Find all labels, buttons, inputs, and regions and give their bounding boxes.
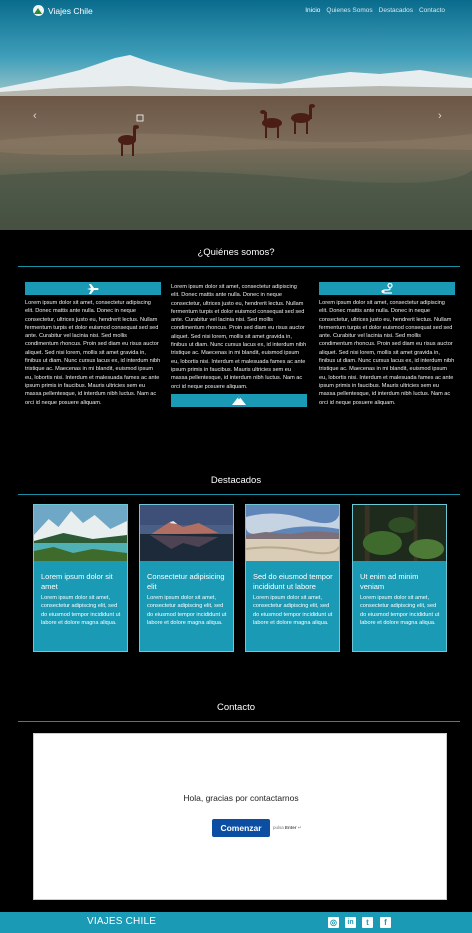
card-lake-image [34,505,127,561]
about-column-header [319,282,455,295]
featured-divider [18,494,460,495]
brand[interactable]: Viajes Chile [33,5,93,16]
featured-card[interactable]: Sed do eiusmod tempor incididunt ut labo… [245,504,340,652]
about-column-3: Lorem ipsum dolor sit amet, consectetur … [319,282,455,407]
featured-card[interactable]: Ut enim ad minim veniam Lorem ipsum dolo… [352,504,447,652]
carousel-next-icon[interactable]: › [438,110,442,122]
enter-hint-symbol: ↵ [297,825,302,830]
logo-icon [33,5,44,16]
nav-item-quienes-somos[interactable]: Quienes Somos [326,7,372,14]
enter-hint-key: Enter [285,825,297,830]
card-forest-image [353,505,446,561]
about-column-text: Lorem ipsum dolor sit amet, consectetur … [319,300,455,406]
card-title: Ut enim ad minim veniam [360,572,419,591]
nav-menu: Inicio Quienes Somos Destacados Contacto [305,7,445,14]
featured-title: Destacados [210,475,262,486]
enter-hint: pulsa Enter ↵ [273,825,302,831]
mountain-icon [232,396,246,406]
card-text: Lorem ipsum dolor sit amet, consectetur … [360,595,440,626]
about-column-text: Lorem ipsum dolor sit amet, consectetur … [25,300,161,406]
instagram-icon[interactable]: ◎ [328,917,339,928]
nav-item-contacto[interactable]: Contacto [419,7,445,14]
start-button[interactable]: Comenzar [212,819,270,837]
about-title: ¿Quiénes somos? [197,247,275,258]
about-column-1: Lorem ipsum dolor sit amet, consectetur … [25,282,161,407]
brand-name: Viajes Chile [48,5,93,16]
card-salt-flat-image [246,505,339,561]
linkedin-icon[interactable]: in [345,917,356,928]
contact-divider [18,721,460,722]
nav-item-inicio[interactable]: Inicio [305,7,320,14]
card-text: Lorem ipsum dolor sit amet, consectetur … [41,595,121,626]
top-navbar: Viajes Chile Inicio Quienes Somos Destac… [0,0,472,24]
card-volcano-image [140,505,233,561]
about-column-header [25,282,161,295]
featured-card[interactable]: Lorem ipsum dolor sit amet Lorem ipsum d… [33,504,128,652]
card-text: Lorem ipsum dolor sit amet, consectetur … [253,595,333,626]
card-text: Lorem ipsum dolor sit amet, consectetur … [147,595,227,626]
contact-form-embed: Hola, gracias por contactarnos Comenzar … [33,733,447,900]
nav-item-destacados[interactable]: Destacados [379,7,413,14]
featured-card[interactable]: Consectetur adipisicing elit Lorem ipsum… [139,504,234,652]
hero-landscape-image [0,0,472,230]
carousel-prev-icon[interactable]: ‹ [33,110,37,122]
footer: VIAJES CHILE ◎ in t f [0,912,472,933]
card-title: Sed do eiusmod tempor incididunt ut labo… [253,572,333,591]
contact-title: Contacto [216,702,256,713]
card-title: Consectetur adipisicing elit [147,572,225,591]
about-divider [18,266,460,267]
about-column-2: Lorem ipsum dolor sit amet, consectetur … [171,283,307,407]
contact-message: Hola, gracias por contactarnos [183,793,299,803]
footer-brand: VIAJES CHILE [87,916,157,927]
card-title: Lorem ipsum dolor sit amet [41,572,113,591]
route-icon [381,283,393,294]
hero-carousel: Viajes Chile Inicio Quienes Somos Destac… [0,0,472,230]
enter-hint-prefix: pulsa [273,825,284,830]
about-column-footer [171,393,307,407]
plane-icon [87,283,99,294]
facebook-icon[interactable]: f [380,917,391,928]
about-column-text: Lorem ipsum dolor sit amet, consectetur … [171,284,307,390]
twitter-icon[interactable]: t [362,917,373,928]
